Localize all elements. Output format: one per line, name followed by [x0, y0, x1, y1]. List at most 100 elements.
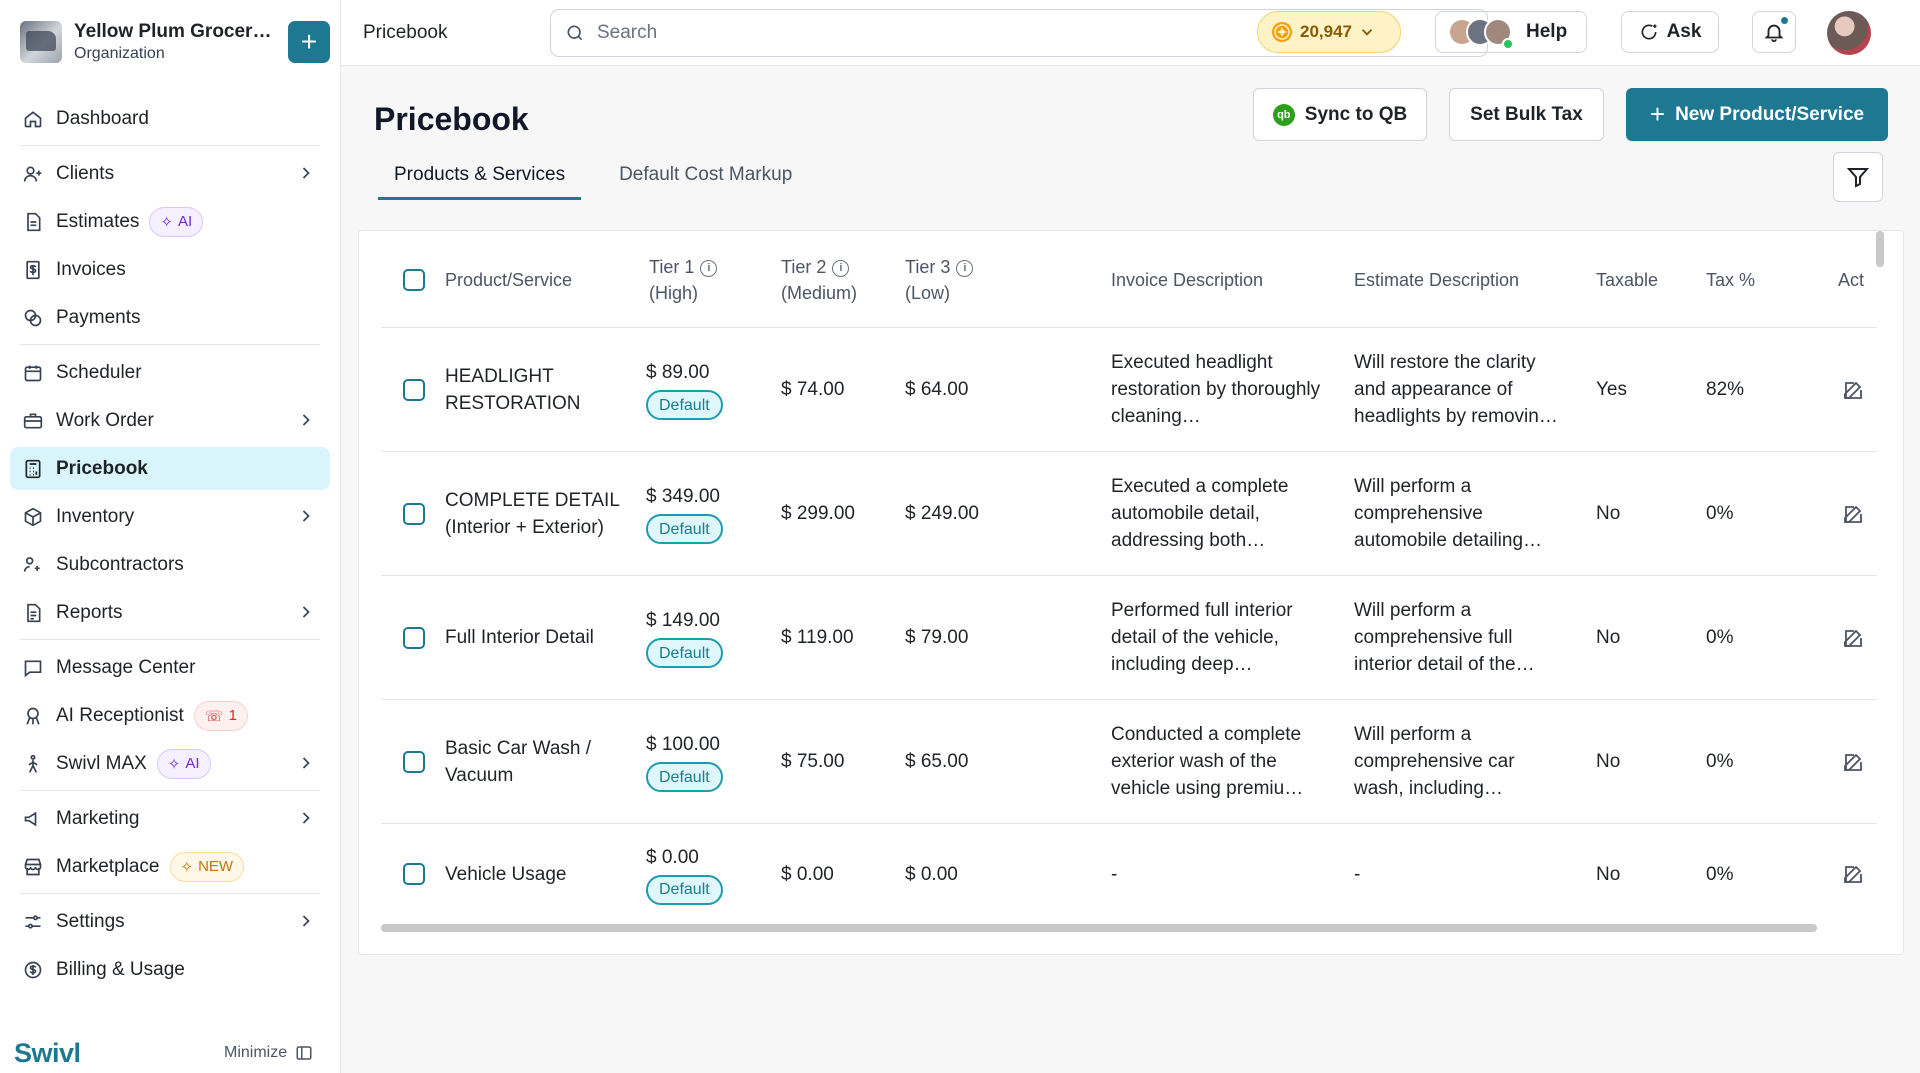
row-checkbox[interactable]: [403, 378, 425, 401]
sidebar-item-payments[interactable]: Payments: [10, 296, 330, 339]
edit-button[interactable]: [1841, 328, 1865, 451]
sidebar-item-dashboard[interactable]: Dashboard: [10, 97, 330, 140]
filter-button[interactable]: [1833, 152, 1883, 202]
invoice-description: -: [1111, 863, 1118, 885]
tab-default-cost-markup[interactable]: Default Cost Markup: [603, 158, 808, 200]
estimate-description-cell: Will perform a comprehensive car wash, i…: [1354, 700, 1564, 823]
row-checkbox[interactable]: [403, 626, 425, 649]
tab-products-services[interactable]: Products & Services: [378, 158, 582, 200]
ask-button[interactable]: Ask: [1621, 11, 1719, 53]
page-title: Pricebook: [374, 101, 529, 137]
notifications-button[interactable]: [1752, 11, 1796, 53]
org-name: Yellow Plum Grocers...: [74, 21, 274, 42]
tier2-price: $ 0.00: [781, 863, 834, 885]
col-product[interactable]: Product/Service: [445, 231, 572, 328]
chevron-right-icon: [302, 167, 310, 179]
table-row[interactable]: Basic Car Wash / Vacuum $ 100.00 Default…: [381, 700, 1877, 824]
taxable-value: Yes: [1596, 379, 1627, 400]
new-product-service-button[interactable]: + New Product/Service: [1626, 88, 1888, 141]
ai-badge: ✧ AI: [156, 748, 211, 779]
sidebar-item-swivl-max[interactable]: Swivl MAX ✧ AI: [10, 742, 330, 785]
info-icon[interactable]: i: [832, 259, 850, 277]
tier3-price: $ 64.00: [905, 379, 969, 400]
default-badge: Default: [646, 514, 723, 544]
col-taxable[interactable]: Taxable: [1596, 231, 1658, 328]
estimate-description: Will perform a comprehensive car wash, i…: [1354, 724, 1515, 799]
sidebar-item-clients[interactable]: Clients: [10, 152, 330, 195]
row-checkbox[interactable]: [403, 750, 425, 773]
sync-label: Sync to QB: [1304, 103, 1408, 125]
help-button[interactable]: Help: [1435, 11, 1587, 53]
sidebar-item-settings[interactable]: Settings: [10, 900, 330, 943]
chevron-right-icon: [302, 812, 310, 824]
sidebar-item-label: AI Receptionist: [56, 704, 184, 726]
sidebar-item-scheduler[interactable]: Scheduler: [10, 351, 330, 394]
tax-percent: 0%: [1706, 627, 1734, 648]
sidebar-item-marketing[interactable]: Marketing: [10, 797, 330, 840]
col-invoice-description[interactable]: Invoice Description: [1111, 231, 1263, 328]
sidebar-item-message-center[interactable]: Message Center: [10, 646, 330, 689]
filter-icon: [1846, 168, 1870, 188]
horizontal-scrollbar[interactable]: [381, 924, 1817, 932]
support-avatars: [1448, 18, 1514, 50]
home-icon: [22, 108, 44, 130]
select-all-checkbox[interactable]: [403, 268, 425, 291]
info-icon[interactable]: i: [956, 259, 974, 277]
dollar-circle-icon: [22, 959, 44, 981]
set-bulk-tax-button[interactable]: Set Bulk Tax: [1449, 88, 1604, 141]
table-row[interactable]: Vehicle Usage $ 0.00 Default $ 0.00 $ 0.…: [381, 824, 1877, 924]
col-tier3[interactable]: Tier 3 i (Low): [905, 231, 974, 328]
sidebar-item-reports[interactable]: Reports: [10, 591, 330, 634]
table-row[interactable]: Full Interior Detail $ 149.00 Default $ …: [381, 576, 1877, 700]
info-icon[interactable]: i: [700, 259, 718, 277]
sync-to-qb-button[interactable]: qb Sync to QB: [1253, 88, 1427, 141]
tier2-price: $ 119.00: [781, 627, 854, 648]
sidebar-item-work-order[interactable]: Work Order: [10, 399, 330, 442]
sidebar-item-label: Subcontractors: [56, 553, 184, 575]
invoice-description: Executed a complete automobile detail, a…: [1111, 476, 1289, 551]
sidebar-item-label: Billing & Usage: [56, 958, 185, 980]
tier1-price: $ 100.00: [646, 734, 720, 755]
edit-button[interactable]: [1841, 824, 1865, 924]
table-row[interactable]: COMPLETE DETAIL (Interior + Exterior) $ …: [381, 452, 1877, 576]
swivl-logo: Swivl: [14, 1038, 81, 1068]
sidebar-item-inventory[interactable]: Inventory: [10, 495, 330, 538]
invoice-description-cell: Performed full interior detail of the ve…: [1111, 576, 1321, 699]
sidebar-item-pricebook[interactable]: Pricebook: [10, 447, 330, 490]
taxable-value: No: [1596, 863, 1621, 885]
points-balance[interactable]: 20,947: [1257, 11, 1401, 53]
col-tier1[interactable]: Tier 1 i (High): [649, 231, 718, 328]
col-tier2[interactable]: Tier 2 i (Medium): [781, 231, 857, 328]
sidebar-item-label: Scheduler: [56, 361, 142, 383]
dollar-doc-icon: [22, 259, 44, 281]
sidebar-item-billing[interactable]: Billing & Usage: [10, 948, 330, 991]
col-estimate-description[interactable]: Estimate Description: [1354, 231, 1519, 328]
row-checkbox[interactable]: [403, 502, 425, 525]
col-tier3-sub: (Low): [905, 282, 951, 303]
edit-icon: [1844, 865, 1862, 883]
minimize-button[interactable]: Minimize: [224, 1044, 313, 1062]
invoice-description-cell: Executed a complete automobile detail, a…: [1111, 452, 1321, 575]
sidebar: Yellow Plum Grocers... Organization + Da…: [0, 0, 341, 1073]
sidebar-item-label: Work Order: [56, 409, 154, 431]
vertical-scrollbar[interactable]: [1876, 231, 1884, 267]
sidebar-item-estimates[interactable]: Estimates ✧ AI: [10, 200, 330, 243]
edit-button[interactable]: [1841, 576, 1865, 699]
edit-button[interactable]: [1841, 452, 1865, 575]
tax-percent: 0%: [1706, 863, 1734, 885]
add-button[interactable]: +: [288, 21, 330, 63]
edit-button[interactable]: [1841, 700, 1865, 823]
org-switcher[interactable]: Yellow Plum Grocers... Organization +: [20, 18, 330, 66]
tier1-cell: $ 0.00 Default: [646, 824, 723, 924]
sidebar-item-subcontractors[interactable]: Subcontractors: [10, 543, 330, 586]
chevron-right-icon: [302, 915, 310, 927]
col-tax-percent[interactable]: Tax %: [1706, 231, 1755, 328]
sidebar-item-invoices[interactable]: Invoices: [10, 248, 330, 291]
sidebar-item-marketplace[interactable]: Marketplace ✧ NEW: [10, 845, 330, 888]
store-icon: [22, 856, 44, 878]
table-row[interactable]: HEADLIGHT RESTORATION $ 89.00 Default $ …: [381, 328, 1877, 452]
product-name: Vehicle Usage: [445, 863, 567, 885]
sidebar-item-ai-receptionist[interactable]: AI Receptionist ☏ 1: [10, 694, 330, 737]
user-avatar[interactable]: [1827, 11, 1871, 55]
row-checkbox[interactable]: [403, 863, 425, 885]
